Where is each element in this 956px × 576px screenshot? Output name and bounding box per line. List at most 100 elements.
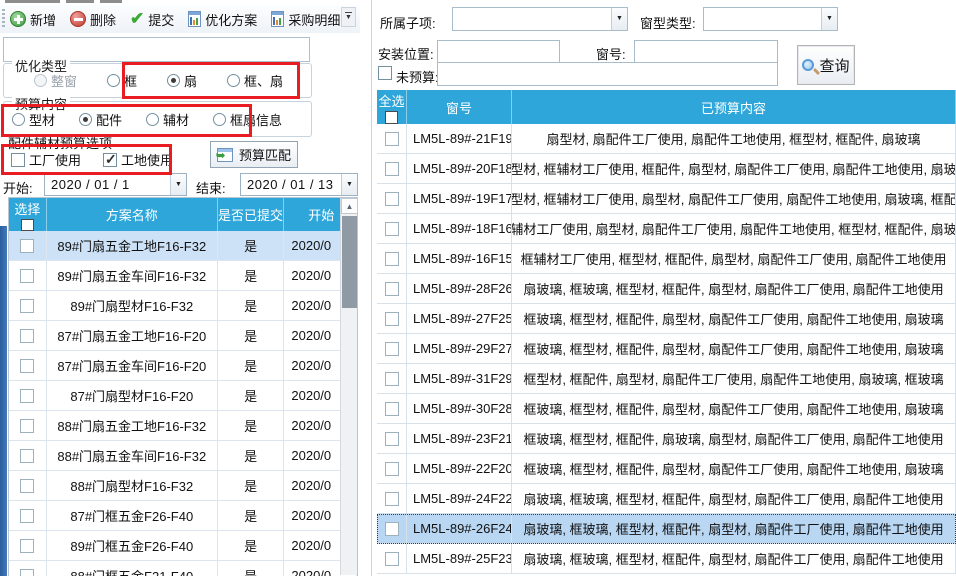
plan-table-row[interactable]: 88#门扇五金工地F16-F32是2020/0 <box>9 411 357 441</box>
budget-table-row[interactable]: LM5L-89#-18F16框辅材工厂使用, 扇型材, 扇配件工厂使用, 扇配件… <box>377 214 956 244</box>
budget-table-row[interactable]: LM5L-89#-22F20框玻璃, 框型材, 框配件, 扇型材, 扇配件工厂使… <box>377 454 956 484</box>
budget-table-row[interactable]: LM5L-89#-21F19扇型材, 扇配件工厂使用, 扇配件工地使用, 框型材… <box>377 124 956 154</box>
row-checkbox[interactable] <box>20 239 34 253</box>
radio-option-2[interactable]: 扇 <box>167 71 197 90</box>
toolbar-grip[interactable] <box>2 9 5 29</box>
row-checkbox[interactable] <box>385 432 399 446</box>
budget-table-row[interactable]: LM5L-89#-23F21框玻璃, 框型材, 框配件, 扇玻璃, 扇型材, 扇… <box>377 424 956 454</box>
radio-option-2[interactable]: 辅材 <box>146 110 189 129</box>
row-checkbox[interactable] <box>20 419 34 433</box>
submitted-column-header[interactable]: 是否已提交 <box>218 198 285 231</box>
no-budget-input[interactable] <box>437 62 778 86</box>
select-all-checkbox[interactable] <box>21 219 34 231</box>
row-checkbox[interactable] <box>385 402 399 416</box>
checkbox-option-1[interactable]: 工地使用 <box>103 150 173 169</box>
row-checkbox[interactable] <box>385 312 399 326</box>
row-checkbox[interactable] <box>385 492 399 506</box>
plan-table-row[interactable]: 89#门扇五金车间F16-F32是2020/0 <box>9 261 357 291</box>
plan-table-row[interactable]: 88#门扇型材F16-F32是2020/0 <box>9 471 357 501</box>
window-no-cell: LM5L-89#-25F23 <box>407 544 512 573</box>
add-button[interactable]: 新增 <box>10 10 56 29</box>
row-checkbox[interactable] <box>20 299 34 313</box>
row-checkbox[interactable] <box>385 462 399 476</box>
row-checkbox[interactable] <box>385 192 399 206</box>
window-type-dropdown-button[interactable]: ▼ <box>821 8 837 30</box>
budget-table-row[interactable]: LM5L-89#-29F27框玻璃, 框型材, 框配件, 扇型材, 扇配件工厂使… <box>377 334 956 364</box>
row-checkbox[interactable] <box>385 282 399 296</box>
row-checkbox[interactable] <box>20 359 34 373</box>
row-checkbox[interactable] <box>385 162 399 176</box>
window-no-input[interactable] <box>634 40 778 64</box>
end-date-dropdown-button[interactable]: ▼ <box>341 174 357 195</box>
plan-table-row[interactable]: 87#门扇型材F16-F20是2020/0 <box>9 381 357 411</box>
row-checkbox[interactable] <box>385 222 399 236</box>
row-select-cell <box>377 364 407 393</box>
row-checkbox[interactable] <box>385 342 399 356</box>
plan-table-row[interactable]: 88#门扇五金车间F16-F32是2020/0 <box>9 441 357 471</box>
panel-splitter[interactable] <box>371 0 372 576</box>
window-no-cell: LM5L-89#-30F28 <box>407 394 512 423</box>
plan-table-row[interactable]: 89#门扇型材F16-F32是2020/0 <box>9 291 357 321</box>
row-checkbox[interactable] <box>20 569 34 576</box>
plan-table-row[interactable]: 89#门框五金F26-F40是2020/0 <box>9 531 357 561</box>
select-all-checkbox[interactable] <box>385 111 398 124</box>
row-checkbox[interactable] <box>385 132 399 146</box>
plan-table-row[interactable]: 89#门扇五金工地F16-F32是2020/0 <box>9 231 357 261</box>
plan-table-row[interactable]: 88#门框五金F21-F40是2020/0 <box>9 561 357 576</box>
row-checkbox[interactable] <box>20 389 34 403</box>
scroll-up-arrow-icon[interactable]: ▲ <box>341 198 358 214</box>
start-date-picker[interactable]: 2020 / 01 / 1 ▼ <box>44 173 187 196</box>
row-checkbox[interactable] <box>385 372 399 386</box>
start-date-dropdown-button[interactable]: ▼ <box>170 174 186 195</box>
plan-table-scrollbar[interactable]: ▲ <box>340 198 357 575</box>
budget-match-button[interactable]: 预算匹配 <box>210 141 298 168</box>
no-budget-checkbox[interactable] <box>378 66 392 80</box>
budget-table-row[interactable]: LM5L-89#-30F28框玻璃, 框型材, 框配件, 扇型材, 扇配件工厂使… <box>377 394 956 424</box>
window-no-column-header[interactable]: 窗号 <box>407 90 512 124</box>
radio-option-3[interactable]: 框、扇 <box>227 71 283 90</box>
sub-item-select[interactable]: ▼ <box>452 7 628 31</box>
radio-option-0[interactable]: 型材 <box>12 110 55 129</box>
row-checkbox[interactable] <box>385 552 399 566</box>
radio-option-1[interactable]: 配件 <box>79 110 122 129</box>
plan-name-column-header[interactable]: 方案名称 <box>47 198 218 231</box>
query-button[interactable]: 查询 <box>797 45 855 85</box>
budget-table-row[interactable]: LM5L-89#-16F15框辅材工厂使用, 框型材, 框配件, 扇型材, 扇配… <box>377 244 956 274</box>
budget-table-row[interactable]: LM5L-89#-24F22扇玻璃, 框玻璃, 框型材, 框配件, 扇型材, 扇… <box>377 484 956 514</box>
row-checkbox[interactable] <box>385 252 399 266</box>
radio-icon <box>227 74 240 87</box>
row-checkbox[interactable] <box>385 522 399 536</box>
row-checkbox[interactable] <box>20 509 34 523</box>
checkbox-option-0[interactable]: 工厂使用 <box>11 150 81 169</box>
row-checkbox[interactable] <box>20 449 34 463</box>
budget-table-row[interactable]: LM5L-89#-19F17框型材, 框辅材工厂使用, 扇型材, 扇配件工厂使用… <box>377 184 956 214</box>
plan-table-row[interactable]: 87#门扇五金工地F16-F20是2020/0 <box>9 321 357 351</box>
row-checkbox[interactable] <box>20 479 34 493</box>
budget-table-row[interactable]: LM5L-89#-31F29框型材, 框配件, 扇型材, 扇配件工厂使用, 扇配… <box>377 364 956 394</box>
scrollbar-thumb[interactable] <box>342 216 357 308</box>
budget-table-row[interactable]: LM5L-89#-28F26扇玻璃, 框玻璃, 框型材, 框配件, 扇型材, 扇… <box>377 274 956 304</box>
budget-table-row[interactable]: LM5L-89#-20F18框型材, 框辅材工厂使用, 框配件, 扇型材, 扇配… <box>377 154 956 184</box>
radio-icon <box>79 113 92 126</box>
row-checkbox[interactable] <box>20 539 34 553</box>
plan-table-row[interactable]: 87#门扇五金车间F16-F20是2020/0 <box>9 351 357 381</box>
toolbar-overflow-button[interactable]: ▼ <box>341 7 356 27</box>
budget-table-row[interactable]: LM5L-89#-25F23扇玻璃, 框玻璃, 框型材, 框配件, 扇型材, 扇… <box>377 544 956 574</box>
row-checkbox[interactable] <box>20 269 34 283</box>
budget-table-header: 全选 窗号 已预算内容 <box>377 90 956 124</box>
delete-button[interactable]: 删除 <box>70 10 116 29</box>
budget-table-row[interactable]: LM5L-89#-26F24扇玻璃, 框玻璃, 框型材, 框配件, 扇型材, 扇… <box>377 514 956 544</box>
end-date-picker[interactable]: 2020 / 01 / 13 ▼ <box>240 173 358 196</box>
row-checkbox[interactable] <box>20 329 34 343</box>
install-position-label: 安装位置: <box>378 44 434 63</box>
install-position-input[interactable] <box>437 40 560 64</box>
radio-option-3[interactable]: 框扇信息 <box>213 110 282 129</box>
window-type-select[interactable]: ▼ <box>703 7 838 31</box>
budget-table-row[interactable]: LM5L-89#-27F25框玻璃, 框型材, 框配件, 扇型材, 扇配件工厂使… <box>377 304 956 334</box>
budget-content-column-header[interactable]: 已预算内容 <box>512 90 956 124</box>
sub-item-dropdown-button[interactable]: ▼ <box>611 8 627 30</box>
radio-option-1[interactable]: 框 <box>107 71 137 90</box>
plan-table-row[interactable]: 87#门框五金F26-F40是2020/0 <box>9 501 357 531</box>
optimize-plan-button[interactable]: 优化方案 <box>188 10 257 29</box>
submit-button[interactable]: ✔ 提交 <box>130 10 174 29</box>
